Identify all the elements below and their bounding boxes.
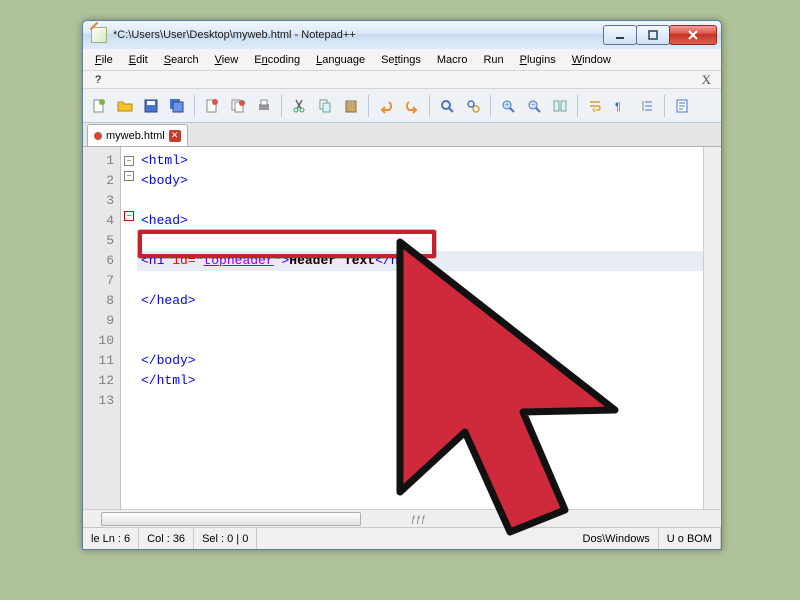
status-encoding: U o BOM — [659, 528, 721, 549]
toolbar: + − ¶ — [83, 89, 721, 123]
titlebar[interactable]: *C:\Users\User\Desktop\myweb.html - Note… — [83, 21, 721, 49]
menu-edit[interactable]: Edit — [123, 52, 154, 68]
menu-encoding[interactable]: Encoding — [248, 52, 306, 68]
status-line: le Ln : 6 — [83, 528, 139, 549]
fold-icon[interactable]: − — [124, 171, 134, 181]
status-eol: Dos\Windows — [575, 528, 659, 549]
paste-button[interactable] — [339, 94, 363, 118]
maximize-button[interactable] — [636, 25, 670, 45]
menu-window[interactable]: Window — [566, 52, 617, 68]
menu-view[interactable]: View — [209, 52, 245, 68]
open-file-button[interactable] — [113, 94, 137, 118]
tab-myweb[interactable]: myweb.html ✕ — [87, 124, 188, 146]
editor[interactable]: 12345678910111213 − − − <html> <body> <h… — [83, 147, 721, 509]
app-icon — [91, 27, 107, 43]
tab-label: myweb.html — [106, 130, 165, 142]
menu-language[interactable]: Language — [310, 52, 371, 68]
indent-guide-button[interactable] — [635, 94, 659, 118]
zoom-out-button[interactable]: − — [522, 94, 546, 118]
menu-plugins[interactable]: Plugins — [514, 52, 562, 68]
app-window: *C:\Users\User\Desktop\myweb.html - Note… — [82, 20, 722, 550]
unsaved-dot-icon — [94, 132, 102, 140]
menu-search[interactable]: Search — [158, 52, 205, 68]
menubar-close-icon[interactable]: X — [698, 72, 715, 88]
menu-file[interactable]: File — [89, 52, 119, 68]
fold-icon[interactable]: − — [124, 211, 134, 221]
close-file-button[interactable] — [200, 94, 224, 118]
menubar-row2: ? X — [83, 71, 721, 89]
code-area[interactable]: <html> <body> <head> <h1 id="topheader">… — [137, 147, 703, 509]
svg-text:+: + — [505, 102, 509, 109]
statusbar: le Ln : 6 Col : 36 Sel : 0 | 0 Dos\Windo… — [83, 527, 721, 549]
close-button[interactable] — [669, 25, 717, 45]
minimize-button[interactable] — [603, 25, 637, 45]
wordwrap-button[interactable] — [583, 94, 607, 118]
tabstrip: myweb.html ✕ — [83, 123, 721, 147]
svg-text:¶: ¶ — [615, 101, 621, 113]
scrollbar-thumb[interactable] — [101, 512, 361, 526]
menu-run[interactable]: Run — [477, 52, 509, 68]
save-button[interactable] — [139, 94, 163, 118]
replace-button[interactable] — [461, 94, 485, 118]
undo-button[interactable] — [374, 94, 398, 118]
print-button[interactable] — [252, 94, 276, 118]
status-col: Col : 36 — [139, 528, 194, 549]
vertical-scrollbar[interactable] — [703, 147, 721, 509]
menubar: File Edit Search View Encoding Language … — [83, 49, 721, 71]
fold-icon[interactable]: − — [124, 156, 134, 166]
copy-button[interactable] — [313, 94, 337, 118]
sync-scroll-button[interactable] — [548, 94, 572, 118]
menu-settings[interactable]: Settings — [375, 52, 427, 68]
horizontal-scrollbar[interactable]: ƒƒƒ — [83, 509, 721, 527]
menu-help[interactable]: ? — [89, 72, 107, 88]
status-sel: Sel : 0 | 0 — [194, 528, 257, 549]
redo-button[interactable] — [400, 94, 424, 118]
window-title: *C:\Users\User\Desktop\myweb.html - Note… — [113, 29, 604, 41]
new-file-button[interactable] — [87, 94, 111, 118]
find-button[interactable] — [435, 94, 459, 118]
zoom-in-button[interactable]: + — [496, 94, 520, 118]
save-all-button[interactable] — [165, 94, 189, 118]
tab-close-icon[interactable]: ✕ — [169, 130, 181, 142]
close-all-button[interactable] — [226, 94, 250, 118]
menu-macro[interactable]: Macro — [431, 52, 474, 68]
show-chars-button[interactable]: ¶ — [609, 94, 633, 118]
fold-column[interactable]: − − − — [121, 147, 137, 509]
annotation-highlight-box — [138, 230, 436, 258]
cut-button[interactable] — [287, 94, 311, 118]
doc-map-button[interactable] — [670, 94, 694, 118]
line-gutter: 12345678910111213 — [83, 147, 121, 509]
svg-text:−: − — [531, 102, 535, 109]
